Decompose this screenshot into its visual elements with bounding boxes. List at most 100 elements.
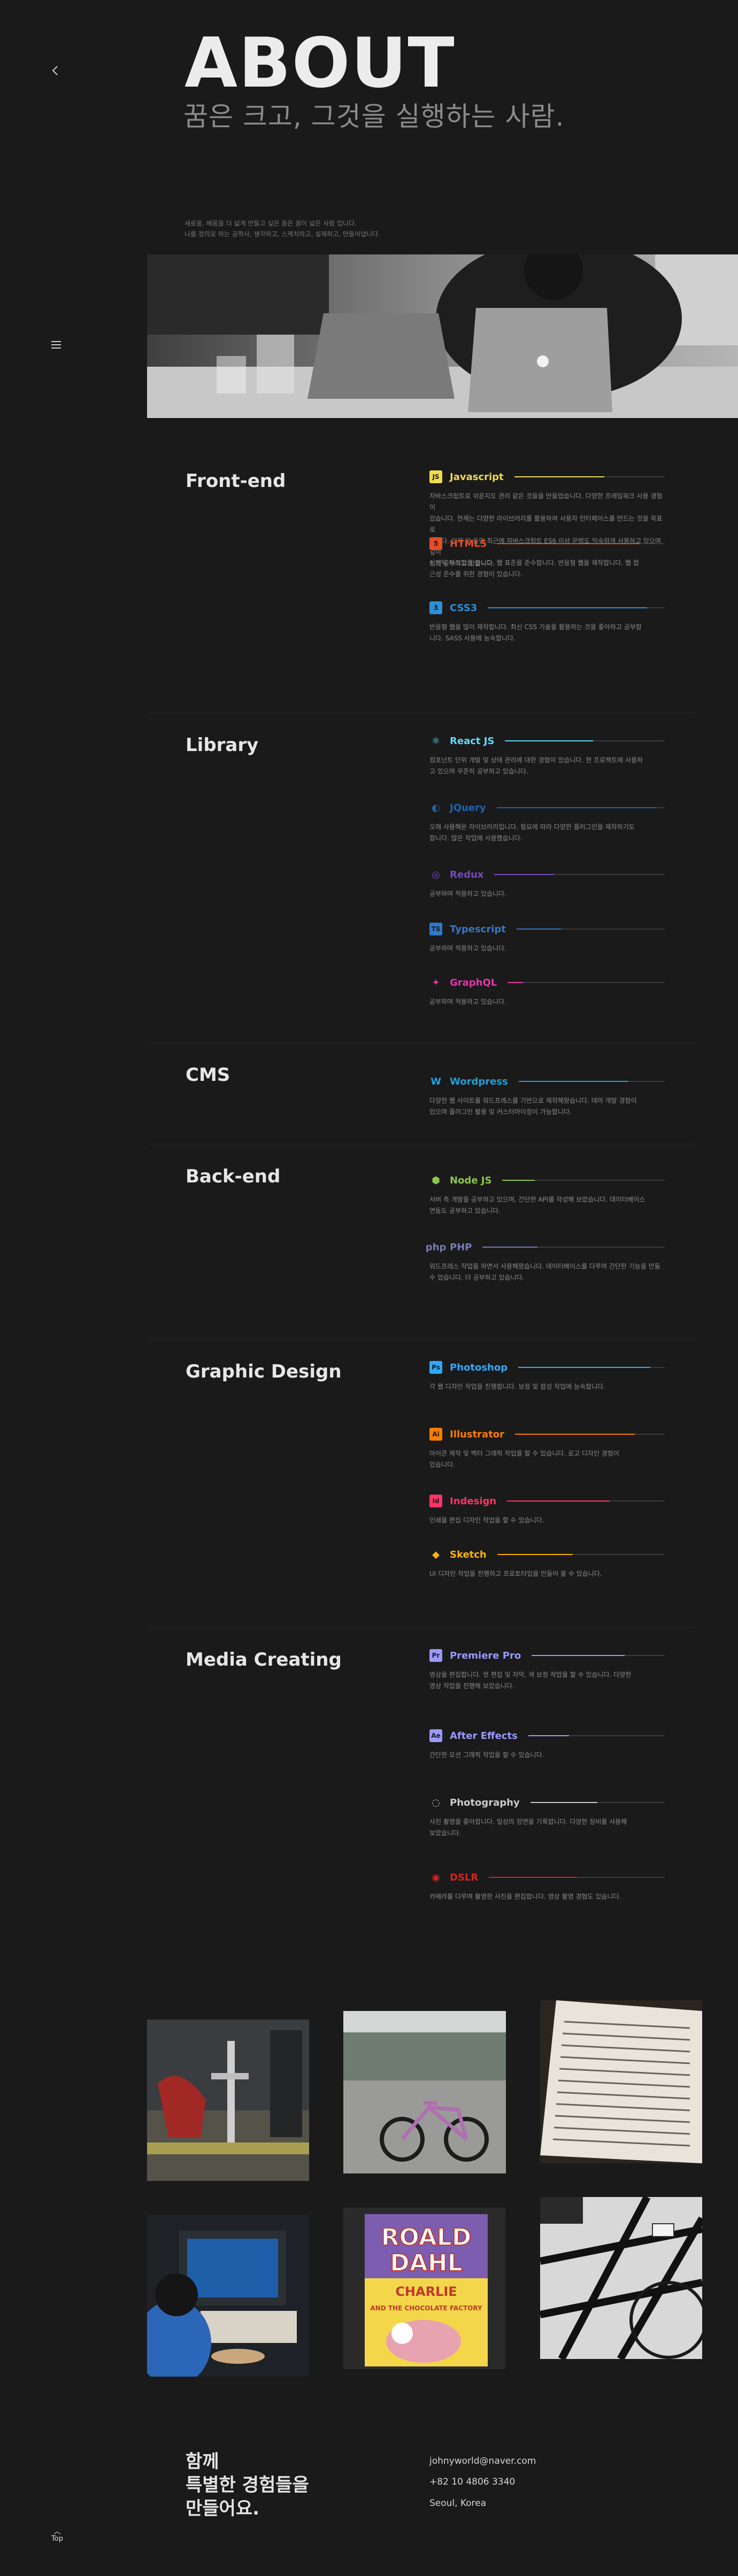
skill-description-line: 간단한 모션 그래픽 작업을 할 수 있습니다. <box>429 1751 544 1759</box>
skill-photography: ◌ Photography 사진 촬영을 좋아합니다. 일상의 장면을 기록합니다.… <box>429 1796 665 1839</box>
back-button[interactable] <box>49 64 62 77</box>
skill-level-bar <box>528 1735 665 1736</box>
gallery-photo-bike-shadow[interactable] <box>540 2197 702 2359</box>
skill-html5: 5 HTML5 시맨틱 마크업을 합니다. 웹 표준을 준수합니다. 반응형 웹을 … <box>429 537 665 580</box>
skill-description: 공부하며 적용하고 있습니다. <box>429 943 665 954</box>
graphql-icon: ✦ <box>432 977 440 988</box>
skill-name: HTML5 <box>450 538 487 550</box>
footer-heading-line: 만들어요. <box>186 2498 260 2519</box>
skill-level-bar <box>502 1180 665 1181</box>
section-title: Front-end <box>186 470 286 492</box>
skill-level-bar <box>505 740 665 741</box>
nodejs-icon: ⬢ <box>432 1174 440 1186</box>
gallery-photo-bicycle[interactable] <box>343 2011 506 2173</box>
skill-name: Node JS <box>450 1174 492 1186</box>
skill-description-line: 컴포넌트 단위 개발 및 상태 관리에 대한 경험이 있습니다. 현 프로젝트에… <box>429 756 643 764</box>
hero-photo <box>147 254 738 418</box>
jquery-icon: ◐ <box>432 802 440 814</box>
skill-level-fill <box>532 1655 625 1656</box>
skill-header: Ps Photoshop <box>429 1361 665 1374</box>
skill-php: php PHP 워드프레스 작업을 하면서 사용해왔습니다. 데이터베이스를 다루며… <box>425 1241 665 1283</box>
gallery-photo-playground[interactable] <box>147 2020 309 2181</box>
page-title: ABOUT <box>184 24 456 103</box>
skill-level-bar <box>515 1434 665 1435</box>
skill-jquery: ◐ JQuery 오래 사용해온 라이브러리입니다. 필요에 따라 다양한 플러그인… <box>429 801 665 844</box>
skill-description: 시맨틱 마크업을 합니다. 웹 표준을 준수합니다. 반응형 웹을 제작합니다.… <box>429 558 665 580</box>
chevron-up-icon: ︿ <box>53 2527 61 2536</box>
skill-description: 카메라를 다루며 촬영한 사진을 편집합니다. 영상 촬영 경험도 있습니다. <box>429 1891 665 1902</box>
skill-name: Sketch <box>450 1549 487 1560</box>
react-icon: ⚛ <box>431 735 441 747</box>
skill-description-line: 근성 준수를 위한 경험이 있습니다. <box>429 570 522 578</box>
skill-description: 공부하며 적용하고 있습니다. <box>429 888 665 900</box>
contact-phone[interactable]: +82 10 4806 3340 <box>429 2477 515 2487</box>
gallery-photo-book[interactable] <box>540 2000 702 2163</box>
skill-sketch: ◆ Sketch UI 디자인 작업을 진행하고 프로토타입을 만들어 볼 수 있습… <box>429 1548 665 1580</box>
skill-header: ✦ GraphQL <box>429 976 665 989</box>
skill-level-fill <box>528 1735 570 1736</box>
html5-icon: 5 <box>429 537 442 550</box>
skill-typescript: TS Typescript 공부하며 적용하고 있습니다. <box>429 923 665 954</box>
skill-name: GraphQL <box>450 977 497 988</box>
skill-level-bar <box>488 607 665 608</box>
gallery-photo-computer[interactable] <box>147 2215 309 2377</box>
photoshop-icon: Ps <box>429 1361 442 1374</box>
skill-header: ◎ Redux <box>429 868 665 881</box>
skill-description-line: 인쇄물 편집 디자인 작업을 할 수 있습니다. <box>429 1517 544 1524</box>
php-icon: php <box>425 1241 447 1253</box>
skill-description-line: 공부하며 적용하고 있습니다. <box>429 945 506 952</box>
skill-level-fill <box>530 1802 598 1803</box>
svg-text:ROALD: ROALD <box>381 2224 472 2251</box>
menu-button[interactable] <box>50 340 62 350</box>
skill-header: Pr Premiere Pro <box>429 1649 665 1662</box>
skill-description: 간단한 모션 그래픽 작업을 할 수 있습니다. <box>429 1750 665 1761</box>
skill-level-fill <box>514 476 605 477</box>
section-title: Media Creating <box>186 1649 342 1670</box>
skill-name: Redux <box>450 869 484 880</box>
footer-heading: 함께 특별한 경험들을 만들어요. <box>186 2450 309 2520</box>
skill-level-fill <box>489 1877 577 1878</box>
intro-line: 나를 정의로 하는 공학사, 생각하고, 스케치하고, 실제하고, 만들어냅니다… <box>184 230 380 238</box>
skill-level-fill <box>518 1081 628 1082</box>
skill-header: ◆ Sketch <box>429 1548 665 1561</box>
scroll-top-button[interactable]: ︿ Top <box>49 2528 65 2543</box>
hamburger-icon <box>51 341 61 349</box>
skill-level-bar <box>497 1554 665 1555</box>
skill-graphql: ✦ GraphQL 공부하며 적용하고 있습니다. <box>429 976 665 1008</box>
skill-description-line: 사진 촬영을 좋아합니다. 일상의 장면을 기록합니다. 다양한 장비를 사용해 <box>429 1818 627 1825</box>
skill-description: 공부하며 적용하고 있습니다. <box>429 996 665 1008</box>
skill-description-line: 자바스크립트로 쉬운지도 관리 같은 것들을 만들었습니다. 다양한 프레임워크… <box>429 492 663 511</box>
skill-level-bar <box>482 1247 665 1248</box>
skill-level-bar <box>518 1367 665 1368</box>
skill-level-fill <box>508 982 524 983</box>
skill-level-fill <box>515 1434 635 1435</box>
skill-level-fill <box>488 607 647 608</box>
gallery-photo-roald-dahl[interactable]: ROALD DAHL CHARLIE AND THE CHOCOLATE FAC… <box>343 2208 505 2369</box>
skill-description-line: 오래 사용해온 라이브러리입니다. 필요에 따라 다양한 플러그인을 제작하기도 <box>429 823 635 831</box>
skill-header: ◌ Photography <box>429 1796 665 1809</box>
skill-after-effects: Ae After Effects 간단한 모션 그래픽 작업을 할 수 있습니다. <box>429 1729 665 1761</box>
illustrator-icon: Ai <box>429 1428 442 1441</box>
svg-text:CHARLIE: CHARLIE <box>395 2284 457 2299</box>
skill-wordpress: W Wordpress 다양한 웹 사이트를 워드프레스를 기반으로 제작해왔습니다… <box>429 1075 665 1118</box>
skill-description-line: 공부하며 적용하고 있습니다. <box>429 998 506 1005</box>
wordpress-icon: W <box>430 1076 441 1087</box>
section-cms: CMS W Wordpress 다양한 웹 사이트를 워드프레스를 기반으로 제작해왔… <box>147 1042 695 1116</box>
skill-header: ⬢ Node JS <box>429 1174 665 1187</box>
skill-name: Javascript <box>450 471 504 483</box>
skill-redux: ◎ Redux 공부하며 적용하고 있습니다. <box>429 868 665 900</box>
skill-description-line: 아이콘 제작 및 벡터 그래픽 작업을 할 수 있습니다. 로고 디자인 경험이 <box>429 1450 619 1457</box>
skill-description: 컴포넌트 단위 개발 및 상태 관리에 대한 경험이 있습니다. 현 프로젝트에… <box>429 755 665 777</box>
scroll-top-label: Top <box>51 2535 63 2543</box>
contact-email[interactable]: johnyworld@naver.com <box>429 2456 536 2466</box>
skill-description-line: 워드프레스 작업을 하면서 사용해왔습니다. 데이터베이스를 다루며 간단한 기… <box>429 1263 660 1270</box>
skill-header: W Wordpress <box>429 1075 665 1088</box>
aftereffects-icon: Ae <box>429 1729 442 1742</box>
skill-name: JQuery <box>450 802 486 814</box>
skill-header: 3 CSS3 <box>429 601 665 614</box>
skill-description: 사진 촬영을 좋아합니다. 일상의 장면을 기록합니다. 다양한 장비를 사용해… <box>429 1816 665 1839</box>
indesign-icon: Id <box>429 1495 442 1507</box>
skill-description: 반응형 웹을 많이 제작합니다. 최신 CSS 기술을 활용하는 것을 좋아하고… <box>429 622 665 644</box>
skill-name: Wordpress <box>450 1076 508 1087</box>
skill-description: 인쇄물 편집 디자인 작업을 할 수 있습니다. <box>429 1515 665 1526</box>
